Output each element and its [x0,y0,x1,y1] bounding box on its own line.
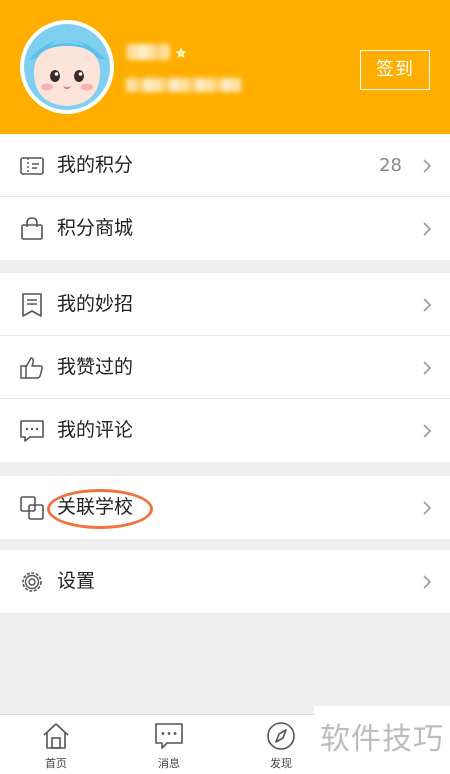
thumbs-up-icon [20,357,43,379]
bookmark-list-icon [22,293,42,317]
compass-icon [267,722,295,750]
menu-item-settings[interactable]: 设置 [0,550,450,613]
username-blurred [126,44,170,60]
chevron-right-icon [423,159,432,173]
tab-label: 发现 [270,757,292,770]
checkin-button[interactable]: 签到 [360,50,430,90]
chevron-right-icon [423,361,432,375]
tab-home[interactable]: 首页 [16,715,96,774]
shopping-bag-icon [21,217,43,240]
star-icon [175,47,187,59]
watermark-text: 软件技巧 [314,706,450,774]
menu-item-my-tips[interactable]: 我的妙招 [0,273,450,336]
menu-item-my-points[interactable]: 我的积分 28 [0,134,450,197]
chevron-right-icon [423,424,432,438]
avatar[interactable] [20,20,114,114]
tab-discover[interactable]: 发现 [241,715,321,774]
menu-group-points: 我的积分 28 积分商城 [0,134,450,260]
menu-item-label: 我的妙招 [57,293,134,315]
highlight-circle-annotation [47,489,153,529]
menu-item-label: 设置 [57,570,96,592]
home-icon [43,723,69,749]
chevron-right-icon [423,222,432,236]
menu-item-label: 我的积分 [57,154,134,176]
link-squares-icon [20,496,44,520]
message-icon [155,723,183,749]
profile-header: 签到 [0,0,450,134]
tab-messages[interactable]: 消息 [129,715,209,774]
menu-item-points-mall[interactable]: 积分商城 [0,197,450,260]
menu-item-my-comments[interactable]: 我的评论 [0,399,450,462]
points-count: 28 [379,155,402,176]
gear-icon [22,572,42,592]
tab-label: 首页 [45,757,67,770]
menu-item-label: 我赞过的 [57,356,134,378]
chevron-right-icon [423,298,432,312]
menu-group-settings: 设置 [0,550,450,613]
menu-item-label: 我的评论 [57,419,134,441]
tab-label: 消息 [158,757,180,770]
comment-icon [20,420,44,442]
menu-group-activity: 我的妙招 我赞过的 我的评论 [0,273,450,462]
chevron-right-icon [423,575,432,589]
ticket-icon [20,157,44,175]
user-id-blurred [126,78,242,92]
chevron-right-icon [423,501,432,515]
menu-item-label: 积分商城 [57,217,134,239]
menu-item-liked[interactable]: 我赞过的 [0,336,450,399]
